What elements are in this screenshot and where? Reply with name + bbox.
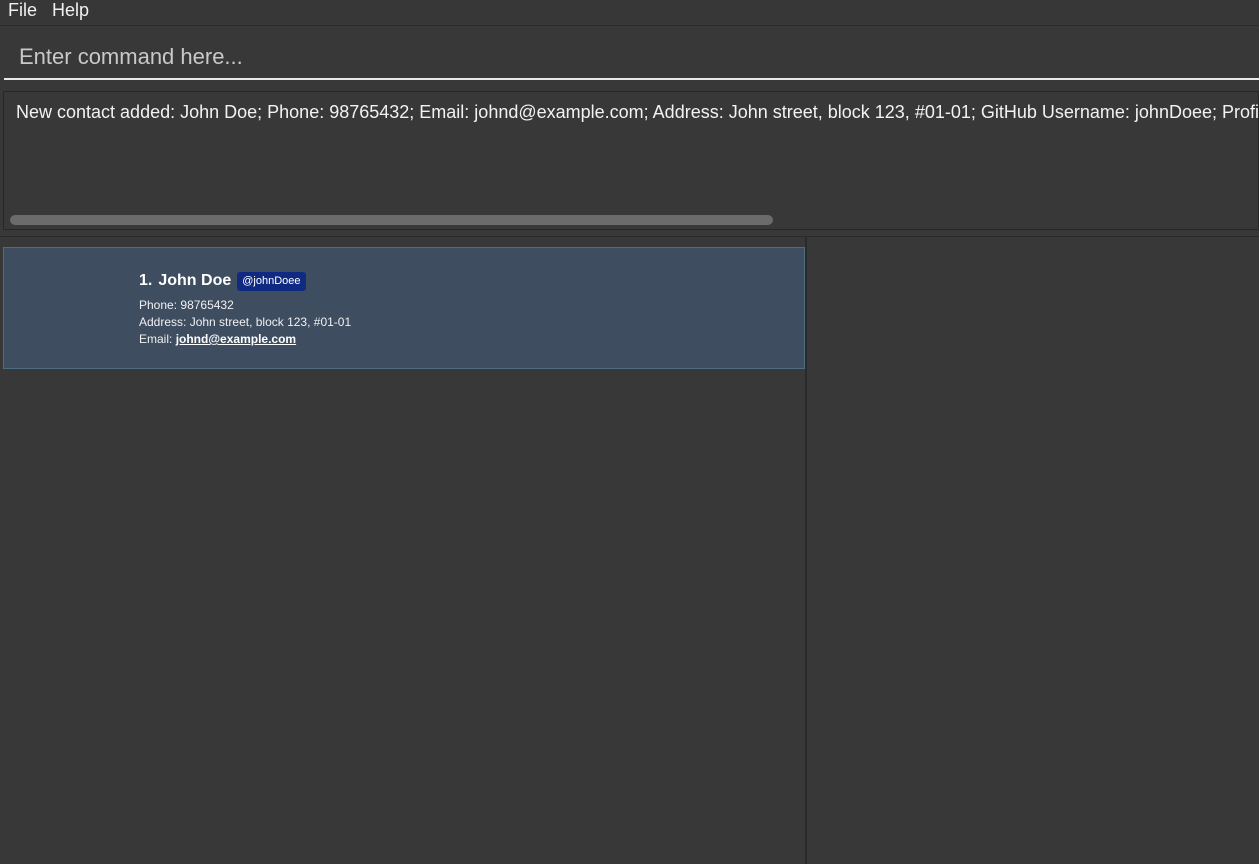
horizontal-scrollbar[interactable] — [10, 215, 773, 225]
menu-file[interactable]: File — [8, 0, 37, 20]
command-box — [4, 35, 1259, 80]
person-list-panel: 1. John Doe @johnDoee Phone: 98765432 Ad… — [0, 237, 806, 864]
result-message: New contact added: John Doe; Phone: 9876… — [16, 102, 1259, 122]
detail-panel — [807, 237, 1259, 864]
person-address: Address: John street, block 123, #01-01 — [139, 315, 351, 329]
menu-bar: File Help — [0, 0, 1259, 26]
address-value: John street, block 123, #01-01 — [189, 315, 352, 329]
command-input[interactable] — [4, 35, 1259, 78]
person-name: John Doe — [158, 272, 232, 289]
person-index: 1. — [139, 272, 153, 289]
phone-value: 98765432 — [180, 298, 234, 312]
email-link[interactable]: johnd@example.com — [176, 332, 296, 346]
email-label: Email: — [139, 332, 173, 346]
result-display: New contact added: John Doe; Phone: 9876… — [3, 91, 1259, 230]
menu-help[interactable]: Help — [52, 0, 89, 20]
person-phone: Phone: 98765432 — [139, 298, 234, 312]
person-card[interactable]: 1. John Doe @johnDoee Phone: 98765432 Ad… — [3, 247, 805, 369]
person-name-row: 1. John Doe @johnDoee — [139, 270, 306, 292]
person-email: Email: johnd@example.com — [139, 332, 296, 346]
address-label: Address: — [139, 315, 187, 329]
phone-label: Phone: — [139, 298, 178, 312]
github-username-badge: @johnDoee — [237, 271, 306, 291]
